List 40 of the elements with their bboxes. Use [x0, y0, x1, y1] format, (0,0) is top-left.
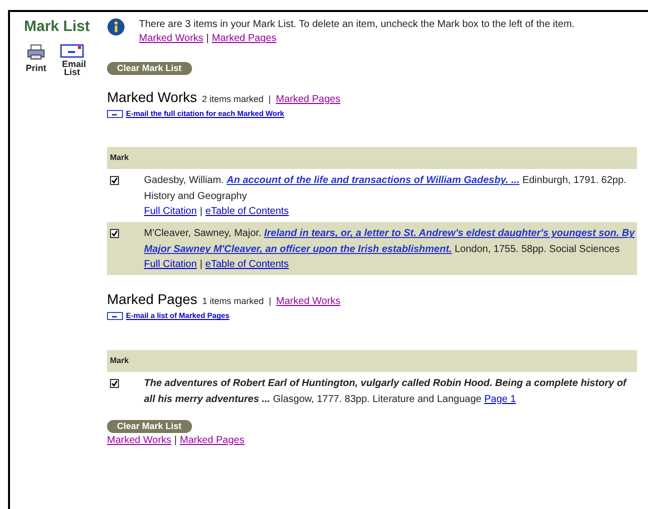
- mark-checkbox[interactable]: [110, 229, 119, 238]
- nav-link[interactable]: Marked Pages: [180, 434, 244, 446]
- item-count: 1 items marked: [202, 295, 264, 308]
- link-separator: |: [268, 93, 271, 106]
- section-title: Marked Pages: [107, 290, 198, 310]
- envelope-icon: [60, 44, 84, 58]
- citation: Gadesby, William. An account of the life and transactions of William Gadesby. ... Edinburgh, 1791. 62pp. History and Geography: [144, 174, 628, 204]
- notice-text: There are 3 items in your Mark List. To delete an item, uncheck the Mark box to the left of the item.: [139, 18, 575, 32]
- envelope-icon: [107, 312, 123, 320]
- sidebar-tool[interactable]: Email List: [60, 44, 84, 76]
- sidebar-title: Mark List: [24, 18, 91, 36]
- sidebar-tool[interactable]: Print: [24, 44, 48, 76]
- link-separator: |: [200, 259, 202, 270]
- envelope-icon: [107, 110, 123, 118]
- section-link[interactable]: Marked Works: [276, 294, 340, 310]
- item-count: 2 items marked: [202, 93, 264, 106]
- nav-link[interactable]: Marked Works: [139, 33, 204, 44]
- nav-link[interactable]: Marked Works: [107, 434, 172, 446]
- link-separator: |: [206, 33, 209, 44]
- citation-link[interactable]: eTable of Contents: [205, 259, 289, 270]
- citation: The adventures of Robert Earl of Huntington, vulgarly called Robin Hood. Being a complete history of all his merry adventures ... Glasgow, 1777. 83pp. Literature and Language Page 1: [144, 376, 628, 406]
- info-icon: [107, 18, 125, 36]
- clear-mark-list-button[interactable]: Clear Mark List: [107, 62, 192, 75]
- citation-link[interactable]: Full Citation: [144, 259, 197, 270]
- mark-checkbox[interactable]: [110, 176, 119, 186]
- clear-mark-list-button[interactable]: Clear Mark List: [107, 420, 192, 432]
- section-title: Marked Works: [107, 88, 197, 107]
- page-link[interactable]: Page 1: [484, 394, 516, 404]
- link-separator: |: [268, 295, 272, 308]
- mark-checkbox[interactable]: [110, 378, 119, 388]
- printer-icon: [27, 44, 45, 60]
- nav-link[interactable]: Marked Pages: [212, 33, 276, 44]
- citation-link[interactable]: eTable of Contents: [205, 206, 289, 218]
- section-link[interactable]: Marked Pages: [276, 92, 340, 107]
- link-separator: |: [174, 434, 177, 446]
- citation-link[interactable]: Full Citation: [144, 206, 197, 218]
- column-header: Mark: [107, 350, 637, 372]
- link-separator: |: [200, 206, 202, 218]
- column-header: Mark: [107, 147, 637, 170]
- citation: M'Cleaver, Sawney, Major. Ireland in tears, or, a letter to St. Andrew's eldest daughter's youngest son. By Major Sawney M'Cleaver, an officer upon the Irish establishment. London, 1755. 58pp. Social Sciences: [144, 227, 636, 258]
